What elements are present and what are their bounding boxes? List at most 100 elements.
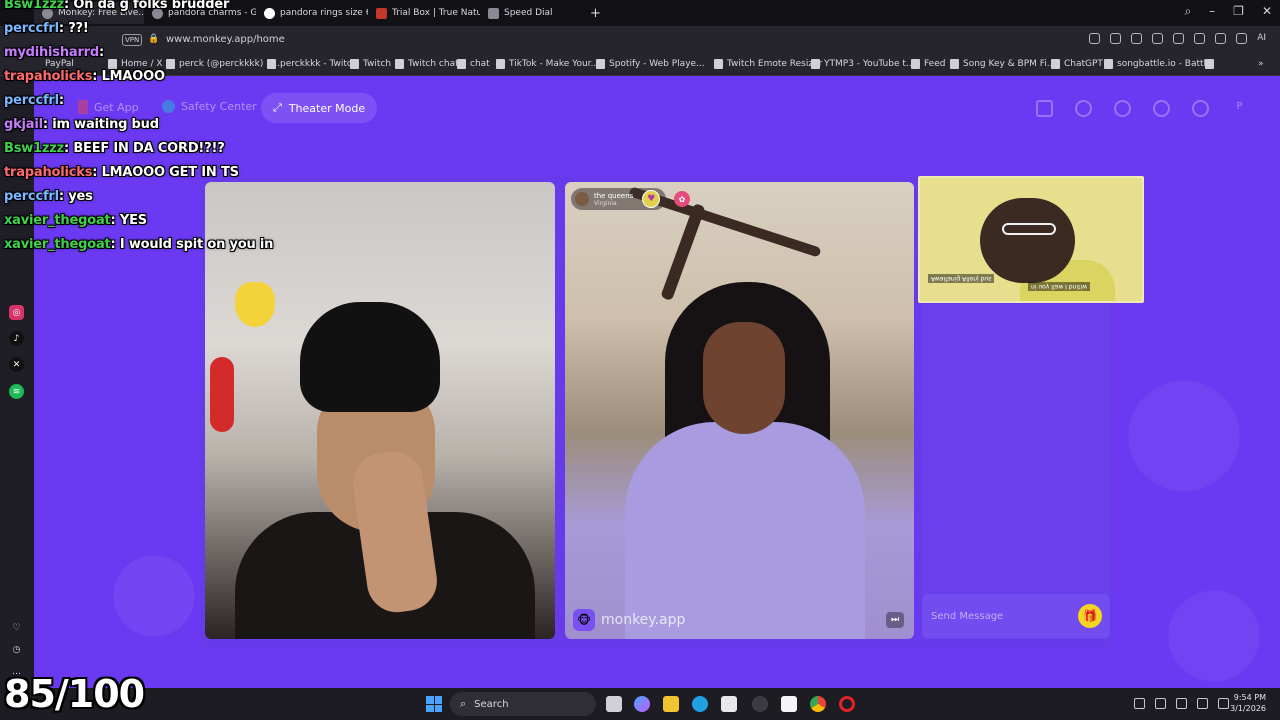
- windows-start-icon[interactable]: [426, 696, 442, 712]
- skip-icon[interactable]: ⏭: [886, 612, 904, 628]
- chat-separator: :: [92, 69, 102, 84]
- volume-icon[interactable]: [1218, 698, 1229, 709]
- bookmark-perckkkk-twitch[interactable]: perckkkk - Twitch: [267, 59, 358, 69]
- chevron-up-icon[interactable]: [1134, 698, 1145, 709]
- tab-pandora-rings[interactable]: pandora rings size 6 - Goo: [256, 2, 368, 24]
- task-view-icon[interactable]: [606, 696, 622, 712]
- copilot-icon[interactable]: [634, 696, 650, 712]
- send-message-placeholder: Send Message: [931, 611, 1004, 622]
- theater-mode-label: Theater Mode: [288, 101, 366, 115]
- partner-user-chip[interactable]: the queens Virginia ♥: [571, 188, 667, 210]
- bookmark-ytmp3[interactable]: YTMP3 - YouTube t...: [811, 59, 914, 69]
- clock-icon[interactable]: [1153, 100, 1170, 117]
- bookmark-perck[interactable]: perck (@perckkkk) •...: [166, 59, 280, 69]
- onedrive-icon[interactable]: [1155, 698, 1166, 709]
- shop-icon[interactable]: [1036, 100, 1053, 117]
- history-icon[interactable]: ◷: [9, 642, 24, 657]
- menu-icon[interactable]: [1194, 33, 1206, 44]
- messages-icon[interactable]: [1192, 100, 1209, 117]
- send-message-input[interactable]: Send Message 🎁: [922, 594, 1110, 639]
- close-icon[interactable]: ✕: [1262, 4, 1272, 19]
- edit-icon[interactable]: [1089, 33, 1101, 44]
- x-icon[interactable]: ✕: [9, 357, 24, 372]
- store-icon[interactable]: [721, 696, 737, 712]
- heart-icon[interactable]: [1173, 33, 1185, 44]
- new-tab-button[interactable]: +: [590, 6, 601, 21]
- bookmark-twitch-chat[interactable]: Twitch chat: [395, 59, 459, 69]
- page-icon: [108, 59, 117, 69]
- bookmark-feed[interactable]: Feed: [911, 59, 945, 69]
- bookmark-tiktok[interactable]: TikTok - Make Your...: [496, 59, 599, 69]
- opera-icon[interactable]: [839, 696, 855, 712]
- theater-mode-button[interactable]: ⤢ Theater Mode: [261, 93, 378, 123]
- bookmark-chatgpt[interactable]: ChatGPT: [1051, 59, 1103, 69]
- chat-text: LMAOOO: [101, 69, 165, 84]
- chat-username: mydihisharrd: [4, 45, 99, 60]
- profile-icon[interactable]: P: [1231, 100, 1248, 117]
- bookmark-paypal[interactable]: PayPal: [45, 59, 74, 69]
- file-explorer-icon[interactable]: [663, 696, 679, 712]
- bookmark-folder[interactable]: [1205, 59, 1214, 69]
- url-field[interactable]: www.monkey.app/home: [166, 34, 285, 45]
- gift-button[interactable]: 🎁: [1078, 604, 1102, 628]
- account-icon[interactable]: [1215, 33, 1227, 44]
- tab-trial-box[interactable]: Trial Box | True Nature Me: [368, 2, 480, 24]
- search-tabs-icon[interactable]: ⌕: [1184, 4, 1191, 19]
- bookmark-spotify[interactable]: Spotify - Web Playe...: [596, 59, 705, 69]
- chat-message: Bsw1zzz: BEEF IN DA CORD!?!?: [4, 141, 225, 156]
- camera-icon[interactable]: [1110, 33, 1122, 44]
- page-icon: [596, 59, 605, 69]
- pip-glasses: [1002, 223, 1056, 235]
- globe-icon[interactable]: [1114, 100, 1131, 117]
- chat-separator: :: [64, 0, 74, 12]
- ai-button[interactable]: AI: [1257, 33, 1266, 44]
- capcut-icon[interactable]: [781, 696, 797, 712]
- bookmark-home-x[interactable]: Home / X: [108, 59, 163, 69]
- clock[interactable]: 9:54 PM 3/1/2026: [1230, 692, 1266, 714]
- heart-icon[interactable]: ♡: [9, 620, 24, 635]
- shield-icon[interactable]: [1131, 33, 1143, 44]
- bookmark-song-key[interactable]: Song Key & BPM Fi...: [950, 59, 1055, 69]
- bookmark-songbattle[interactable]: songbattle.io - Battl...: [1104, 59, 1215, 69]
- instagram-icon[interactable]: ◎: [9, 305, 24, 320]
- extensions-icon[interactable]: [1236, 33, 1248, 44]
- watermark-text: monkey.app: [601, 612, 686, 628]
- chat-text: im waiting bud: [52, 117, 159, 132]
- minimize-icon[interactable]: –: [1209, 4, 1215, 19]
- like-heart-icon[interactable]: ♥: [642, 190, 661, 208]
- bookmark-twitch[interactable]: Twitch: [350, 59, 391, 69]
- steam-icon[interactable]: [752, 696, 768, 712]
- microphone-icon[interactable]: [1176, 698, 1187, 709]
- tiktok-icon[interactable]: ♪: [9, 331, 24, 346]
- page-icon: [496, 59, 505, 69]
- chat-separator: :: [99, 45, 104, 60]
- chat-message: perccfrl:: [4, 93, 64, 108]
- bookmark-emote-resizer[interactable]: Twitch Emote Resizer: [714, 59, 822, 69]
- bookmark-label: Twitch: [363, 59, 392, 69]
- bookmark-chat[interactable]: chat: [457, 59, 490, 69]
- person-beanie: [300, 302, 440, 412]
- chat-panel: [922, 304, 1110, 637]
- bookmarks-overflow-icon[interactable]: »: [1258, 59, 1264, 69]
- chat-username: perccfrl: [4, 21, 59, 36]
- chrome-icon[interactable]: [810, 696, 826, 712]
- taskbar-search[interactable]: ⌕ Search: [450, 692, 596, 716]
- bookmark-label: chat: [470, 59, 490, 69]
- chat-username: xavier_thegoat: [4, 213, 111, 228]
- bookmark-label: Twitch Emote Resizer: [727, 59, 823, 69]
- page-icon: [457, 59, 466, 69]
- wifi-icon[interactable]: [1197, 698, 1208, 709]
- edge-icon[interactable]: [692, 696, 708, 712]
- gift-icon[interactable]: ✿: [674, 191, 690, 207]
- vpn-badge[interactable]: VPN: [122, 34, 143, 46]
- tab-speed-dial[interactable]: Speed Dial: [480, 2, 580, 24]
- play-icon[interactable]: [1152, 33, 1164, 44]
- chat-username: perccfrl: [4, 189, 59, 204]
- search-icon[interactable]: [1075, 100, 1092, 117]
- page-icon: [350, 59, 359, 69]
- get-app-link[interactable]: Get App: [78, 100, 139, 114]
- safety-center-link[interactable]: Safety Center: [162, 100, 257, 113]
- spotify-icon[interactable]: ≋: [9, 384, 24, 399]
- pip-caption: ni uoy llaw I bnitiw: [1028, 282, 1091, 291]
- maximize-icon[interactable]: ❐: [1233, 4, 1244, 19]
